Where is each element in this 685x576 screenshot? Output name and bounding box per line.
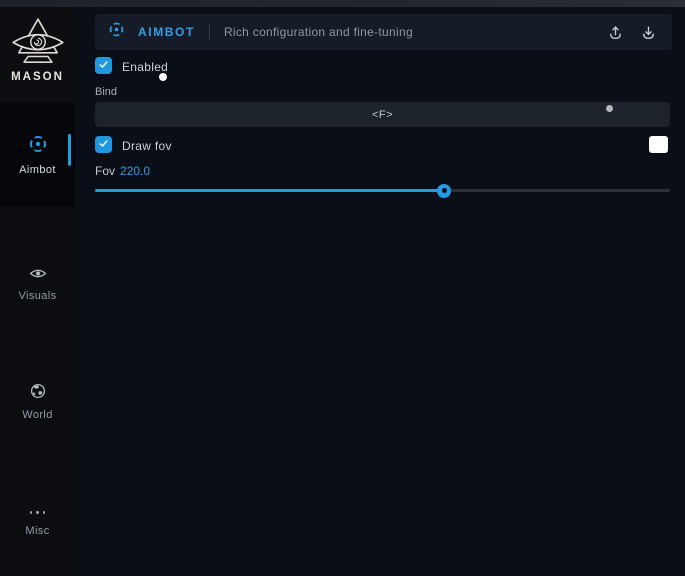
drag-handle-dot xyxy=(606,105,613,112)
sidebar-item-label: Visuals xyxy=(18,290,56,302)
divider xyxy=(209,24,210,40)
mason-app-window: MASON Aimbot Visuals xyxy=(0,0,685,576)
crosshair-icon xyxy=(108,21,125,43)
check-icon xyxy=(98,136,109,154)
active-indicator xyxy=(68,134,71,166)
logo-text: MASON xyxy=(0,71,75,83)
sidebar-item-world[interactable]: World xyxy=(0,380,75,424)
sidebar-item-misc[interactable]: Misc xyxy=(0,499,75,543)
fov-slider-thumb[interactable] xyxy=(437,184,451,198)
sidebar-item-visuals[interactable]: Visuals xyxy=(0,262,75,306)
check-icon xyxy=(98,57,109,75)
bind-label: Bind xyxy=(95,86,117,98)
pyramid-eye-logo-icon xyxy=(0,17,75,69)
fov-label-text: Fov xyxy=(95,164,115,178)
upload-config-button[interactable] xyxy=(604,21,626,43)
fov-value: 220.0 xyxy=(120,164,150,178)
sidebar-item-label: Misc xyxy=(25,525,49,537)
draw-fov-label: Draw fov xyxy=(122,139,172,153)
crosshair-icon xyxy=(28,134,48,159)
draw-fov-color-swatch[interactable] xyxy=(649,136,668,153)
enabled-label: Enabled xyxy=(122,60,168,74)
eye-icon xyxy=(29,267,47,285)
fov-label: Fov 220.0 xyxy=(95,164,150,178)
sidebar-item-label: World xyxy=(22,409,53,421)
page-header: AIMBOT Rich configuration and fine-tunin… xyxy=(95,14,672,50)
window-top-edge xyxy=(0,0,685,7)
page-subtitle: Rich configuration and fine-tuning xyxy=(224,25,413,39)
enabled-checkbox[interactable] xyxy=(95,57,112,74)
sidebar-item-label: Aimbot xyxy=(19,164,56,176)
fov-slider[interactable] xyxy=(95,181,670,199)
bind-key-input[interactable]: <F> xyxy=(95,102,670,127)
mouse-cursor-dot xyxy=(159,73,167,81)
logo: MASON xyxy=(0,17,75,83)
sidebar-item-aimbot[interactable]: Aimbot xyxy=(0,103,75,207)
download-config-button[interactable] xyxy=(637,21,659,43)
draw-fov-checkbox[interactable] xyxy=(95,136,112,153)
page-title: AIMBOT xyxy=(138,25,195,39)
sidebar: MASON Aimbot Visuals xyxy=(0,7,75,576)
fov-slider-fill xyxy=(95,189,444,192)
ellipsis-icon xyxy=(30,506,46,520)
globe-icon xyxy=(30,383,46,404)
